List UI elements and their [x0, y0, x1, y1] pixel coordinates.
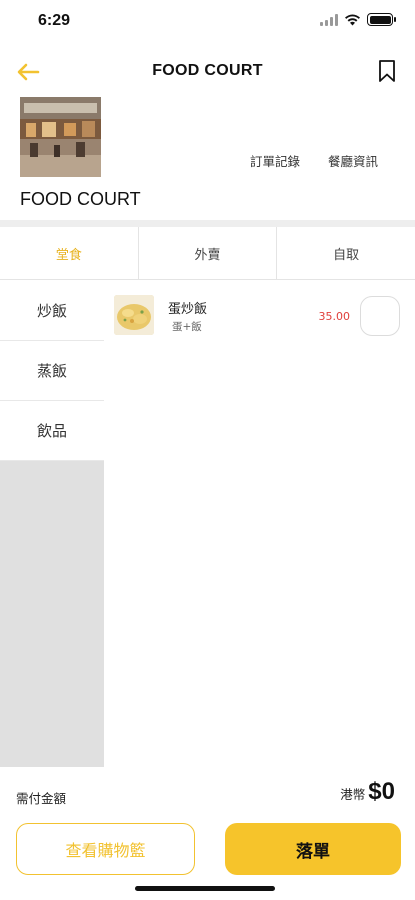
home-indicator — [135, 886, 275, 891]
tab-takeaway[interactable]: 外賣 — [139, 227, 278, 279]
nav-bar: FOOD COURT — [0, 50, 415, 94]
status-icons — [320, 13, 396, 26]
restaurant-name: FOOD COURT — [20, 189, 141, 209]
order-mode-tabs: 堂食 外賣 自取 — [0, 227, 415, 280]
category-sidebar: 炒飯 蒸飯 飲品 — [0, 281, 104, 767]
order-history-link[interactable]: 訂單記錄 — [250, 151, 300, 170]
restaurant-photo — [20, 97, 101, 177]
place-order-button[interactable]: 落單 — [225, 823, 401, 875]
food-price: 35.00 — [318, 310, 351, 323]
total-label: 需付金額 — [16, 791, 67, 806]
tab-pickup[interactable]: 自取 — [277, 227, 415, 279]
battery-icon — [367, 13, 396, 26]
bookmark-icon — [379, 60, 395, 82]
category-item-drinks[interactable]: 飲品 — [0, 401, 104, 461]
food-description: 蛋+飯 — [172, 321, 202, 333]
bookmark-button[interactable] — [375, 57, 399, 85]
category-item-fried-rice[interactable]: 炒飯 — [0, 281, 104, 341]
add-to-cart-button[interactable] — [360, 296, 400, 336]
status-bar: 6:29 — [0, 0, 415, 44]
restaurant-info-link[interactable]: 餐廳資訊 — [328, 151, 378, 170]
page-title: FOOD COURT — [152, 62, 263, 79]
menu-item[interactable]: 蛋炒飯 蛋+飯 35.00 — [104, 281, 415, 349]
currency-label: 港幣 — [340, 787, 366, 802]
food-name: 蛋炒飯 — [168, 302, 208, 317]
view-cart-button[interactable]: 查看購物籃 — [16, 823, 195, 875]
total-amount: 港幣 $0 — [340, 778, 395, 806]
wifi-icon — [345, 14, 360, 25]
section-divider — [0, 220, 415, 227]
category-item-steamed-rice[interactable]: 蒸飯 — [0, 341, 104, 401]
food-thumbnail — [114, 295, 154, 335]
cellular-signal-icon — [320, 13, 338, 26]
tab-dine-in[interactable]: 堂食 — [0, 227, 139, 279]
amount-value: $0 — [368, 778, 395, 805]
status-time: 6:29 — [38, 12, 71, 29]
